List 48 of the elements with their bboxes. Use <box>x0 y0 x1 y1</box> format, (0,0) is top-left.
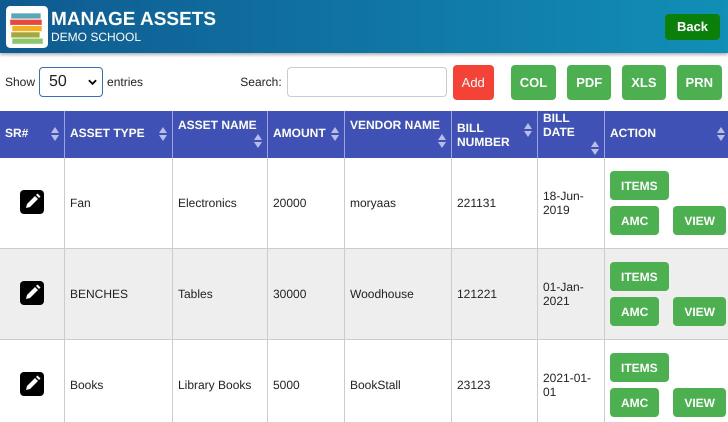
edit-icon[interactable] <box>20 190 44 214</box>
search-label: Search: <box>240 75 282 89</box>
show-label: Show <box>5 75 36 89</box>
table-cell: Library Books <box>178 378 252 392</box>
table-cell: Fan <box>70 196 91 210</box>
page-size-select[interactable]: 50 <box>39 67 104 97</box>
table-cell: 2021-01-01 <box>543 371 592 399</box>
entries-label: entries <box>107 75 144 89</box>
table-cell: 221131 <box>457 196 496 210</box>
chevron-down-icon[interactable] <box>88 79 98 85</box>
table-cell: 121221 <box>457 287 498 301</box>
export-button[interactable]: PDF <box>567 64 612 100</box>
table-cell: BENCHES <box>70 287 128 301</box>
action-button[interactable]: AMC <box>610 206 660 235</box>
table-cell: 18-Jun-2019 <box>543 189 584 217</box>
export-button[interactable]: COL <box>510 64 556 100</box>
sort-icon[interactable] <box>524 122 532 140</box>
school-name: DEMO SCHOOL <box>51 30 142 44</box>
action-button[interactable]: VIEW <box>673 388 726 417</box>
export-button[interactable]: PRN <box>676 64 722 100</box>
column-header[interactable]: SR# <box>5 126 28 140</box>
action-button[interactable]: VIEW <box>673 297 726 326</box>
table-cell: 20000 <box>273 196 306 210</box>
action-button[interactable]: AMC <box>610 388 660 417</box>
back-button[interactable]: Back <box>665 14 720 40</box>
table-cell: 23123 <box>457 378 490 392</box>
table-cell: Electronics <box>178 196 237 210</box>
edit-icon[interactable] <box>20 372 44 396</box>
table-cell: 5000 <box>273 378 300 392</box>
edit-icon[interactable] <box>20 280 44 304</box>
column-header[interactable]: ACTION <box>610 126 656 140</box>
books-logo <box>6 6 48 48</box>
page-title: MANAGE ASSETS <box>51 10 218 30</box>
table-cell: 01-Jan-2021 <box>543 280 584 308</box>
action-button[interactable]: VIEW <box>673 206 726 235</box>
action-button[interactable]: AMC <box>610 297 660 326</box>
table-cell: Books <box>70 378 104 392</box>
add-button[interactable]: Add <box>452 64 494 100</box>
table-cell: Woodhouse <box>350 287 414 301</box>
action-button[interactable]: ITEMS <box>610 171 669 200</box>
export-button[interactable]: XLS <box>622 64 666 100</box>
table-cell: BookStall <box>350 378 401 392</box>
search-field[interactable] <box>286 67 447 97</box>
action-button[interactable]: ITEMS <box>610 353 669 382</box>
action-button[interactable]: ITEMS <box>610 262 669 291</box>
table-cell: moryaas <box>350 196 396 210</box>
table-cell: Tables <box>178 287 213 301</box>
table-cell: 30000 <box>273 287 306 301</box>
